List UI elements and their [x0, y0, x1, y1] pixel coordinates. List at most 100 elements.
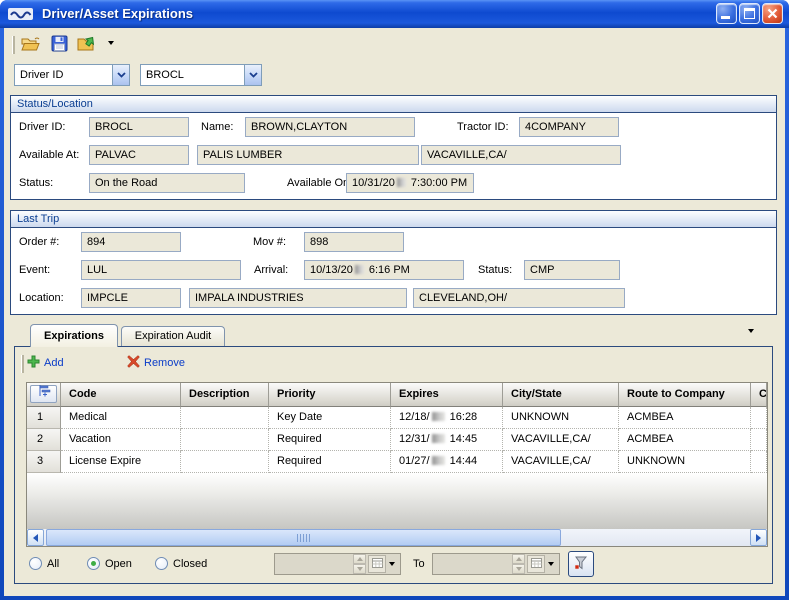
driver-id-field[interactable]: BROCL — [89, 117, 189, 137]
cell-route[interactable]: ACMBEA — [619, 429, 751, 451]
cell-description[interactable] — [181, 429, 269, 451]
close-button[interactable] — [762, 3, 783, 24]
cell-expires[interactable]: 12/31/ 14:45 — [391, 429, 503, 451]
event-field[interactable]: LUL — [81, 260, 241, 280]
cell-description[interactable] — [181, 451, 269, 473]
arrow-down-icon — [516, 567, 522, 571]
maximize-icon — [744, 8, 755, 19]
cell-city-state[interactable]: VACAVILLE,CA/ — [503, 429, 619, 451]
date-spinner[interactable] — [353, 554, 366, 574]
cell-city-state[interactable]: VACAVILLE,CA/ — [503, 451, 619, 473]
cell-description[interactable] — [181, 407, 269, 429]
maximize-button[interactable] — [739, 3, 760, 24]
column-header-city-state[interactable]: City/State — [503, 383, 619, 407]
app-window: Driver/Asset Expirations Driver ID BROC — [0, 0, 789, 600]
column-header-code[interactable]: Code — [61, 383, 181, 407]
cell-con[interactable] — [751, 407, 767, 429]
name-field[interactable]: BROWN,CLAYTON — [245, 117, 415, 137]
order-field[interactable]: 894 — [81, 232, 181, 252]
row-number-cell[interactable]: 2 — [27, 429, 61, 451]
radio-closed[interactable]: Closed — [155, 557, 207, 570]
expirations-grid: Code Description Priority Expires City/S… — [26, 382, 768, 547]
horizontal-scrollbar[interactable] — [27, 529, 767, 546]
cell-expires[interactable]: 12/18/ 16:28 — [391, 407, 503, 429]
cell-priority[interactable]: Required — [269, 429, 391, 451]
column-header-expires[interactable]: Expires — [391, 383, 503, 407]
save-icon — [51, 35, 68, 55]
open-button[interactable] — [18, 33, 44, 57]
status-field[interactable]: On the Road — [89, 173, 245, 193]
cell-priority[interactable]: Required — [269, 451, 391, 473]
add-label: Add — [44, 357, 64, 369]
cell-code[interactable]: Medical — [61, 407, 181, 429]
calendar-icon — [372, 558, 383, 571]
cell-con[interactable] — [751, 451, 767, 473]
scroll-right-button[interactable] — [750, 529, 767, 546]
location-name-field[interactable]: IMPALA INDUSTRIES — [189, 288, 407, 308]
export-button[interactable] — [74, 33, 100, 57]
radio-all[interactable]: All — [29, 557, 59, 570]
scroll-left-button[interactable] — [27, 529, 44, 546]
chevron-down-icon[interactable] — [244, 65, 261, 85]
mov-field[interactable]: 898 — [304, 232, 404, 252]
column-header-description[interactable]: Description — [181, 383, 269, 407]
date-spinner[interactable] — [512, 554, 525, 574]
trip-status-field[interactable]: CMP — [524, 260, 620, 280]
tab-list-button[interactable] — [748, 333, 754, 345]
tab-expiration-audit[interactable]: Expiration Audit — [121, 326, 225, 346]
date-from-value — [275, 554, 353, 574]
column-header-con[interactable]: Con — [751, 383, 767, 407]
arrow-up-icon — [357, 557, 363, 561]
date-from-picker[interactable] — [274, 553, 401, 575]
radio-open[interactable]: Open — [87, 557, 132, 570]
add-button[interactable]: Add — [27, 355, 64, 371]
cell-code[interactable]: Vacation — [61, 429, 181, 451]
cell-route[interactable]: ACMBEA — [619, 407, 751, 429]
scrollbar-thumb[interactable] — [46, 529, 561, 546]
spin-up-button[interactable] — [512, 554, 525, 564]
field-selector-combo[interactable]: Driver ID — [14, 64, 130, 86]
available-on-field[interactable]: 10/31/20 7:30:00 PM — [346, 173, 474, 193]
cell-city-state[interactable]: UNKNOWN — [503, 407, 619, 429]
cell-expires[interactable]: 01/27/ 14:44 — [391, 451, 503, 473]
available-at-name-field[interactable]: PALIS LUMBER — [197, 145, 419, 165]
toolbar-overflow-button[interactable] — [108, 45, 114, 57]
available-at-code-field[interactable]: PALVAC — [89, 145, 189, 165]
status-label: Status: — [19, 177, 53, 189]
scrollbar-track[interactable] — [44, 529, 750, 546]
location-city-field[interactable]: CLEVELAND,OH/ — [413, 288, 625, 308]
arrival-field[interactable]: 10/13/20 6:16 PM — [304, 260, 464, 280]
spin-up-button[interactable] — [353, 554, 366, 564]
column-header-priority[interactable]: Priority — [269, 383, 391, 407]
chevron-down-icon[interactable] — [112, 65, 129, 85]
field-chooser-button[interactable] — [30, 385, 57, 403]
minimize-icon — [721, 16, 730, 19]
titlebar[interactable]: Driver/Asset Expirations — [0, 0, 789, 28]
grid-toolbar-grip[interactable] — [21, 355, 24, 373]
save-button[interactable] — [46, 33, 72, 57]
date-to-picker[interactable] — [432, 553, 560, 575]
available-at-city-field[interactable]: VACAVILLE,CA/ — [421, 145, 621, 165]
dropdown-arrow-button[interactable] — [386, 562, 398, 566]
cell-priority[interactable]: Key Date — [269, 407, 391, 429]
tractor-id-field[interactable]: 4COMPANY — [519, 117, 619, 137]
cell-con[interactable] — [751, 429, 767, 451]
minimize-button[interactable] — [716, 3, 737, 24]
remove-button[interactable]: Remove — [127, 355, 185, 371]
column-header-route[interactable]: Route to Company — [619, 383, 751, 407]
time-text: 14:45 — [447, 433, 478, 445]
row-number-cell[interactable]: 1 — [27, 407, 61, 429]
calendar-button[interactable] — [527, 555, 545, 573]
tab-expirations[interactable]: Expirations — [30, 324, 118, 347]
toolbar-grip[interactable] — [12, 36, 15, 54]
cell-code[interactable]: License Expire — [61, 451, 181, 473]
calendar-button[interactable] — [368, 555, 386, 573]
spin-down-button[interactable] — [353, 564, 366, 574]
dropdown-arrow-button[interactable] — [545, 562, 557, 566]
row-number-cell[interactable]: 3 — [27, 451, 61, 473]
location-code-field[interactable]: IMPCLE — [81, 288, 181, 308]
value-selector-combo[interactable]: BROCL — [140, 64, 262, 86]
spin-down-button[interactable] — [512, 564, 525, 574]
cell-route[interactable]: UNKNOWN — [619, 451, 751, 473]
clear-filter-button[interactable] — [568, 551, 594, 577]
